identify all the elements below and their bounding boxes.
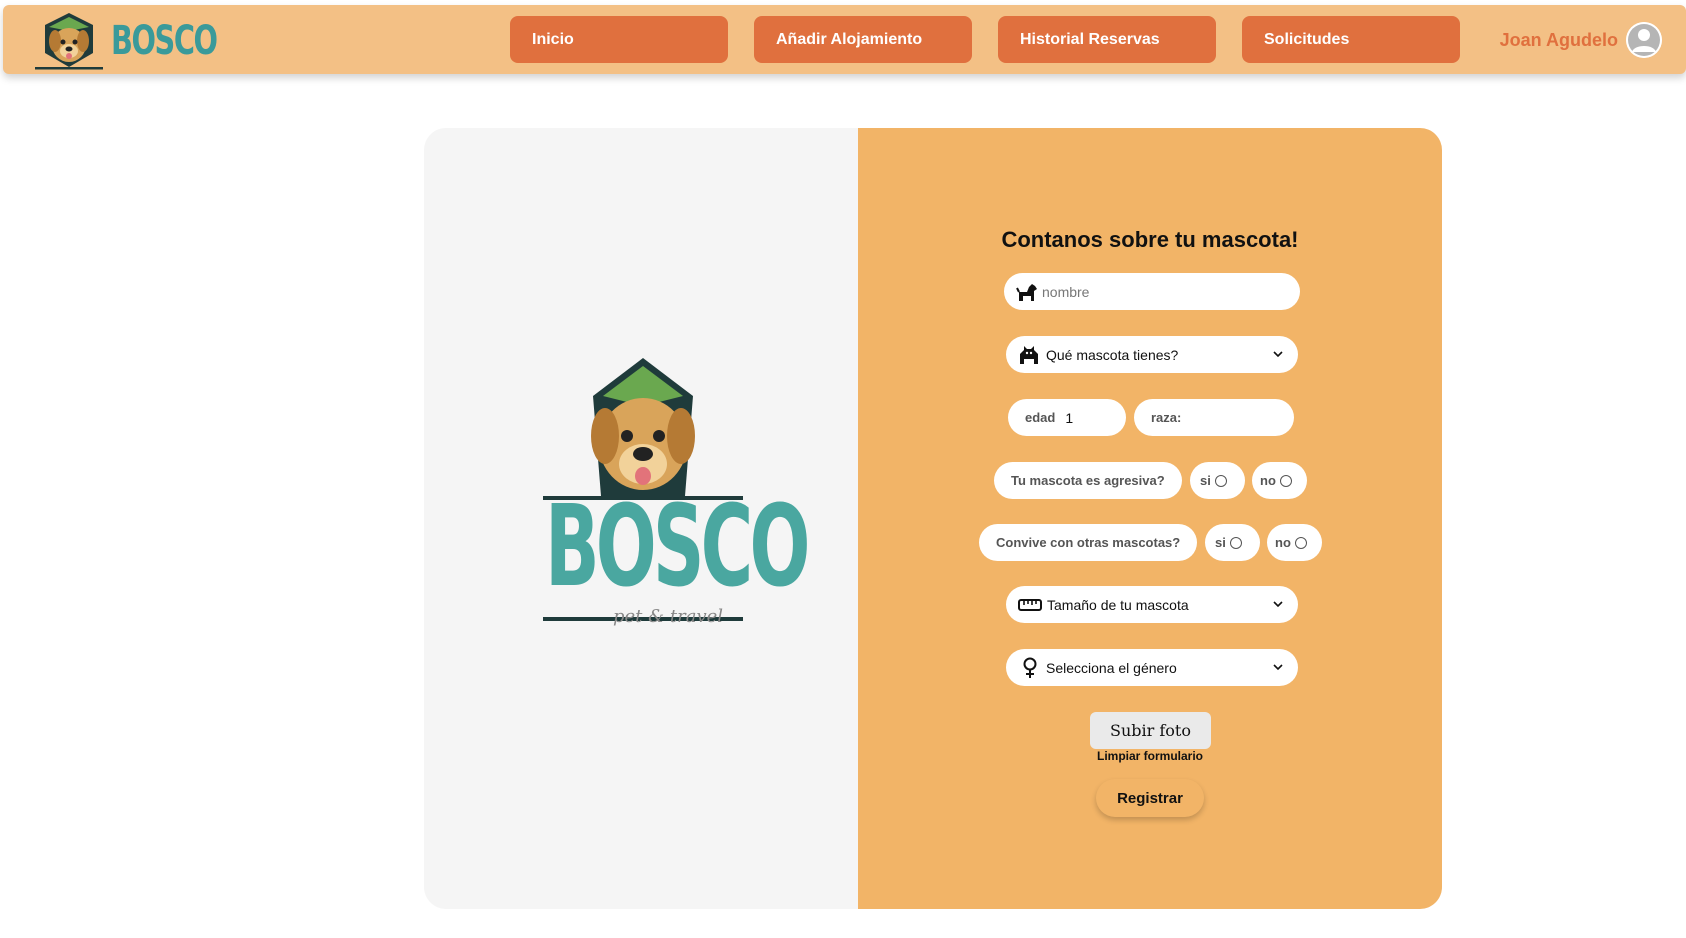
age-field[interactable]: edad 1: [1008, 399, 1126, 436]
breed-label: raza:: [1151, 410, 1182, 425]
aggressive-yes-label: si: [1200, 473, 1211, 488]
nav-inicio-button[interactable]: Inicio: [510, 16, 728, 63]
radio-circle-icon: [1229, 536, 1242, 549]
aggressive-no-label: no: [1260, 473, 1276, 488]
cat-icon: [1020, 345, 1038, 364]
aggressive-yes-radio[interactable]: si: [1190, 462, 1245, 499]
ruler-icon: [1018, 598, 1042, 611]
gender-value: Selecciona el género: [1046, 659, 1177, 676]
female-symbol-icon: [1023, 657, 1037, 678]
dog-logo-icon: [35, 13, 103, 70]
aggressive-no-radio[interactable]: no: [1252, 462, 1307, 499]
coexist-yes-label: si: [1215, 535, 1226, 550]
age-value: 1: [1065, 409, 1074, 426]
brand-name: BOSCO: [111, 18, 218, 64]
upload-photo-button[interactable]: Subir foto: [1090, 712, 1211, 749]
gender-select[interactable]: Selecciona el género: [1006, 649, 1298, 686]
coexist-no-label: no: [1275, 535, 1291, 550]
pet-name-field[interactable]: nombre: [1004, 273, 1300, 310]
top-nav-bar: BOSCO Inicio Añadir Alojamiento Historia…: [3, 5, 1686, 74]
coexist-question-label: Convive con otras mascotas?: [996, 535, 1181, 550]
coexist-no-radio[interactable]: no: [1267, 524, 1322, 561]
pet-size-value: Tamaño de tu mascota: [1047, 596, 1189, 613]
breed-field[interactable]: raza:: [1134, 399, 1294, 436]
nav-solicitudes-button[interactable]: Solicitudes: [1242, 16, 1460, 63]
coexist-question: Convive con otras mascotas?: [979, 524, 1197, 561]
user-menu[interactable]: Joan Agudelo: [1500, 20, 1662, 60]
nav-anadir-alojamiento-button[interactable]: Añadir Alojamiento: [754, 16, 972, 63]
radio-circle-icon: [1279, 474, 1292, 487]
chevron-down-icon: [1273, 601, 1283, 608]
logo-wordmark: BOSCO: [545, 482, 810, 612]
chevron-down-icon: [1273, 351, 1283, 358]
radio-circle-icon: [1294, 536, 1307, 549]
form-title: Contanos sobre tu mascota!: [1001, 227, 1299, 252]
nav-historial-reservas-label: Historial Reservas: [1020, 30, 1160, 48]
user-name: Joan Agudelo: [1499, 29, 1618, 50]
chevron-down-icon: [1273, 664, 1283, 671]
avatar-icon[interactable]: [1626, 22, 1662, 58]
age-label: edad: [1025, 410, 1056, 425]
pet-registration-card: BOSCO pet & travel Contanos sobre tu mas…: [424, 128, 1442, 909]
pet-type-select[interactable]: Qué mascota tienes?: [1006, 336, 1298, 373]
logo-panel: BOSCO pet & travel: [424, 128, 858, 909]
nav-anadir-alojamiento-label: Añadir Alojamiento: [776, 30, 923, 48]
pet-size-select[interactable]: Tamaño de tu mascota: [1006, 586, 1298, 623]
pet-name-placeholder: nombre: [1042, 283, 1090, 300]
nav-historial-reservas-button[interactable]: Historial Reservas: [998, 16, 1216, 63]
logo-subtitle: pet & travel: [613, 606, 724, 627]
dog-icon: [1016, 283, 1037, 301]
pet-form-panel: Contanos sobre tu mascota! nombre Qué ma…: [858, 128, 1442, 909]
register-button[interactable]: Registrar: [1096, 779, 1204, 817]
aggressive-question: Tu mascota es agresiva?: [994, 462, 1182, 499]
coexist-yes-radio[interactable]: si: [1205, 524, 1260, 561]
radio-circle-icon: [1214, 474, 1227, 487]
brand-logo[interactable]: BOSCO: [33, 11, 258, 71]
nav-solicitudes-label: Solicitudes: [1264, 30, 1350, 48]
pet-type-value: Qué mascota tienes?: [1046, 346, 1179, 363]
clear-form-link[interactable]: Limpiar formulario: [858, 749, 1442, 763]
nav-inicio-label: Inicio: [532, 30, 574, 48]
aggressive-question-label: Tu mascota es agresiva?: [1011, 473, 1165, 488]
